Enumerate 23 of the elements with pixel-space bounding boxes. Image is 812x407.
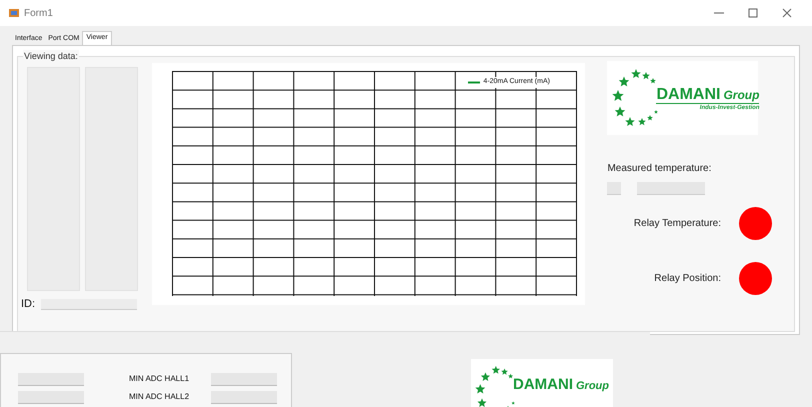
- id-field[interactable]: [41, 298, 138, 310]
- maximize-icon[interactable]: [748, 8, 758, 18]
- logo-suffix: Group: [723, 89, 760, 101]
- window-title: Form1: [24, 6, 53, 20]
- indicator-label: Relay Position:: [654, 272, 721, 286]
- legend-line-icon: [468, 80, 480, 84]
- value-field[interactable]: [18, 372, 84, 386]
- indicator-label: Relay Temperature:: [634, 217, 721, 231]
- logo-name: DAMANI: [656, 87, 720, 103]
- value-field[interactable]: [18, 390, 84, 404]
- logo-name: DAMANI: [513, 377, 573, 392]
- measured-temperature-label: Measured temperature:: [607, 162, 712, 176]
- close-icon[interactable]: [782, 8, 792, 18]
- id-label: ID:: [21, 297, 36, 312]
- temperature-field[interactable]: [637, 182, 706, 195]
- app-icon: [8, 7, 20, 19]
- row-label: MIN ADC HALL2: [129, 391, 190, 403]
- group-title: Viewing data:: [23, 50, 79, 64]
- logo-suffix: Group: [576, 381, 609, 392]
- value-field[interactable]: [211, 372, 277, 386]
- value-field[interactable]: [211, 390, 277, 404]
- row-label: MIN ADC HALL1: [129, 373, 190, 385]
- temperature-unit-field[interactable]: [607, 182, 622, 195]
